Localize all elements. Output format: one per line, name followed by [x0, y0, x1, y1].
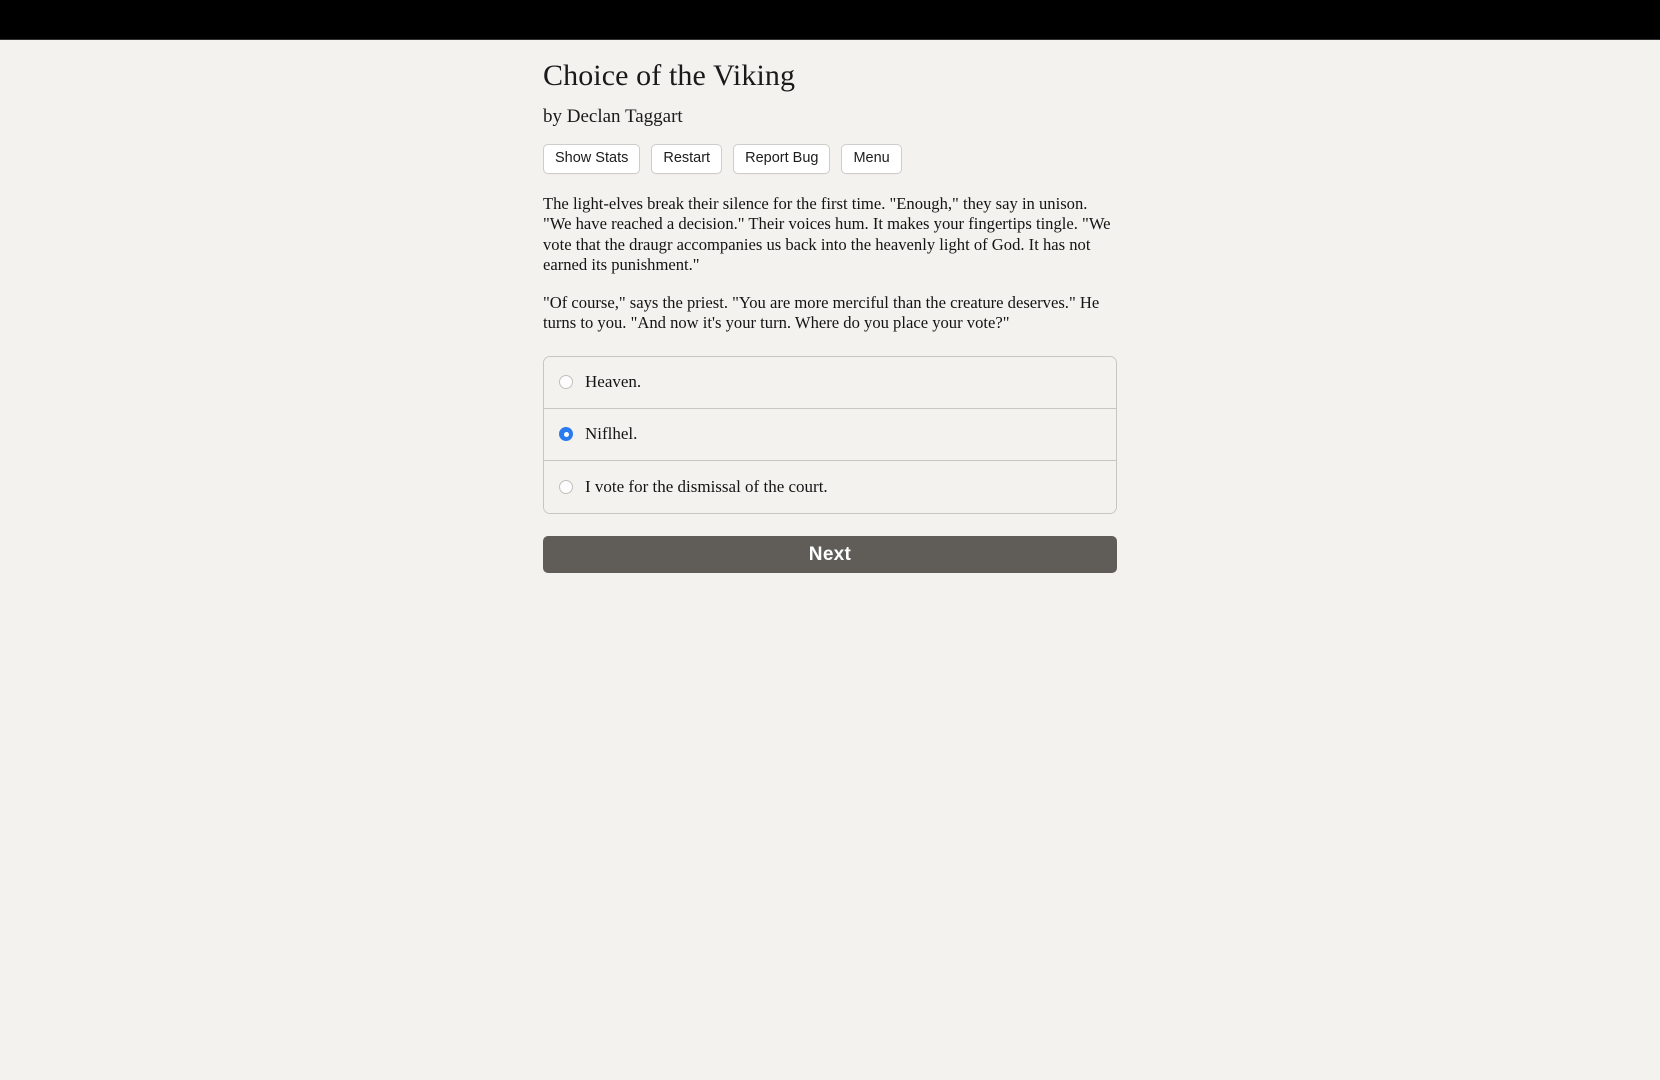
content-column: Choice of the Viking by Declan Taggart S… — [543, 57, 1117, 573]
choice-label: I vote for the dismissal of the court. — [585, 476, 828, 496]
next-button[interactable]: Next — [543, 535, 1117, 573]
radio-icon-checked[interactable] — [559, 427, 573, 442]
show-stats-button[interactable]: Show Stats — [543, 144, 641, 174]
choice-label: Niflhel. — [585, 424, 638, 444]
restart-button[interactable]: Restart — [651, 144, 723, 174]
browser-chrome-bar — [0, 0, 1660, 40]
radio-icon-unchecked[interactable] — [559, 375, 573, 390]
choice-label: Heaven. — [585, 372, 642, 392]
choice-option-dismissal[interactable]: I vote for the dismissal of the court. — [544, 460, 1116, 513]
game-page: Choice of the Viking by Declan Taggart S… — [0, 40, 1660, 1080]
radio-icon-unchecked[interactable] — [559, 479, 573, 494]
story-paragraph: "Of course," says the priest. "You are m… — [543, 292, 1100, 333]
game-toolbar: Show Stats Restart Report Bug Menu — [543, 144, 1117, 174]
page-title: Choice of the Viking — [543, 59, 796, 92]
choice-option-niflhel[interactable]: Niflhel. — [544, 408, 1116, 461]
story-paragraph: The light-elves break their silence for … — [543, 193, 1111, 275]
story-text: The light-elves break their silence for … — [543, 194, 1117, 334]
report-bug-button[interactable]: Report Bug — [733, 144, 831, 174]
choice-option-heaven[interactable]: Heaven. — [544, 356, 1116, 409]
author-byline: by Declan Taggart — [543, 105, 683, 127]
menu-button[interactable]: Menu — [841, 144, 902, 174]
choice-list: Heaven. Niflhel. I vote for the dismissa… — [543, 355, 1117, 514]
